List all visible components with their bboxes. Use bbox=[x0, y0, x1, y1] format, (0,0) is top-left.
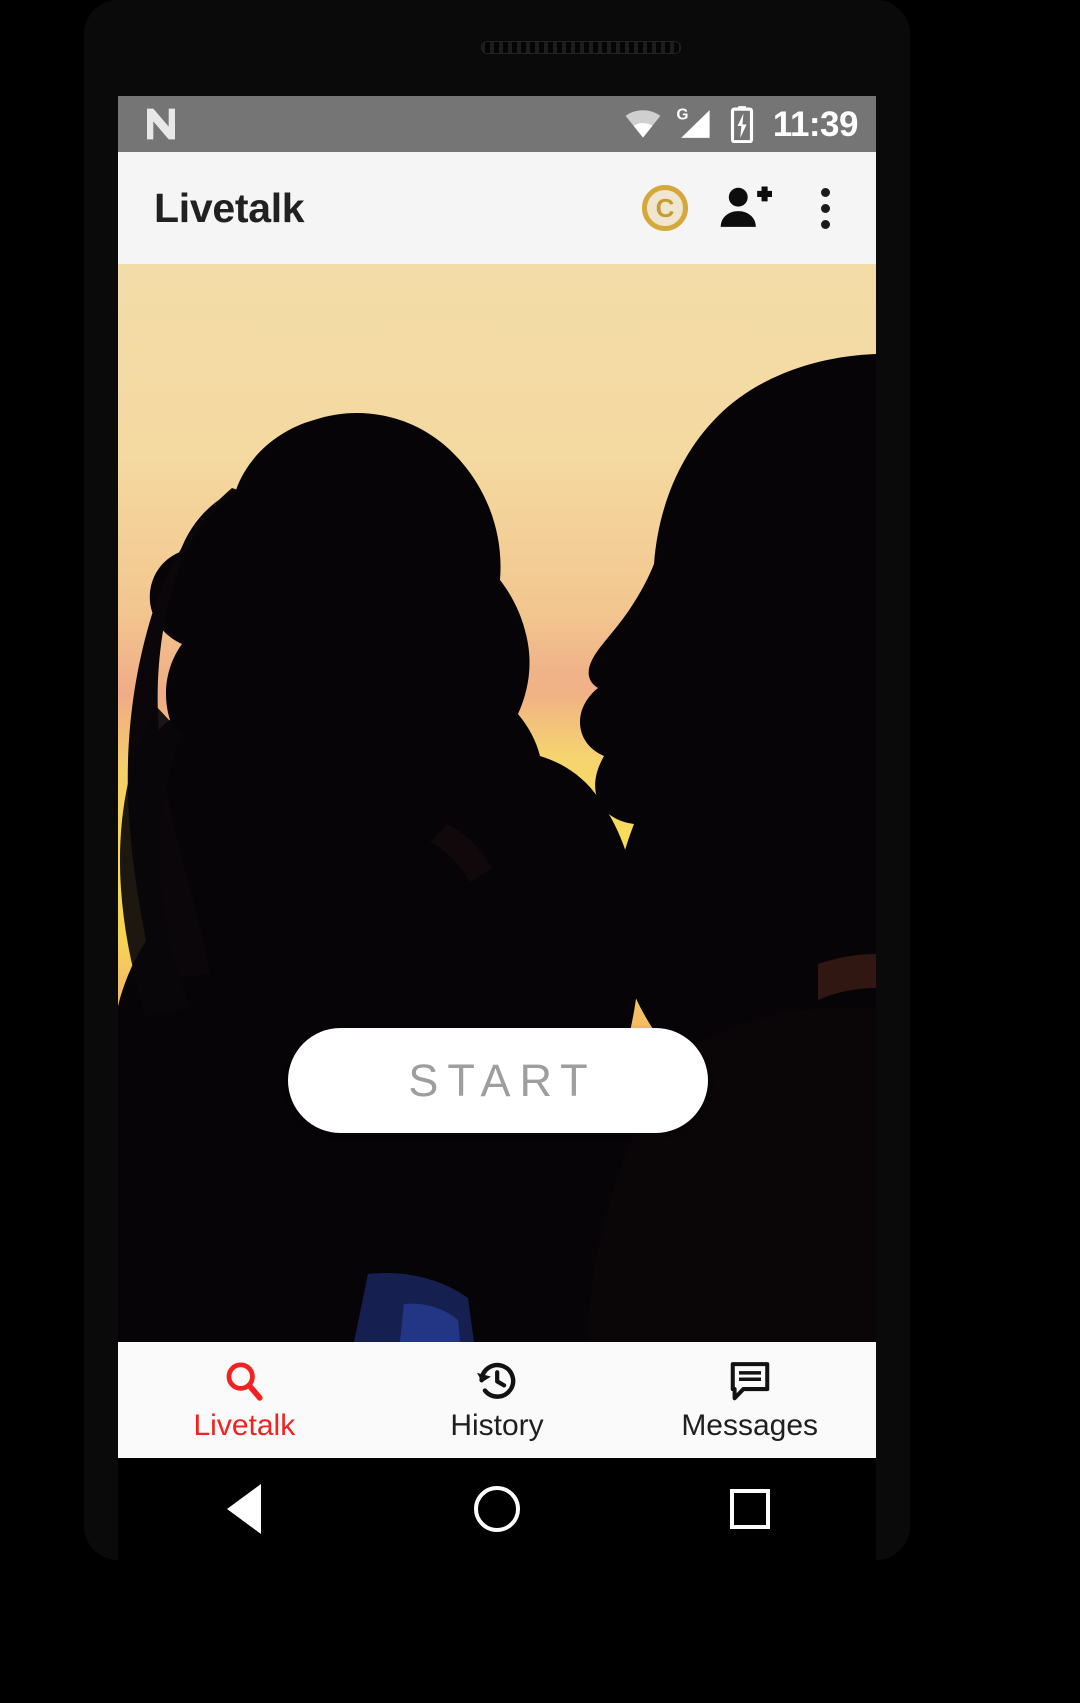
nav-livetalk-label: Livetalk bbox=[193, 1409, 296, 1442]
nav-messages-label: Messages bbox=[681, 1409, 819, 1442]
home-circle-icon bbox=[473, 1486, 520, 1532]
sunset-photo-graphic bbox=[118, 264, 876, 1342]
nav-messages[interactable]: Messages bbox=[623, 1359, 876, 1441]
coin-icon-label: C bbox=[655, 193, 675, 223]
status-bar-clock: 11:39 bbox=[772, 104, 859, 144]
speaker-grille bbox=[481, 41, 681, 54]
overflow-menu-button[interactable] bbox=[794, 177, 856, 239]
status-bar-left bbox=[140, 103, 625, 145]
status-bar-right: G 11:39 bbox=[625, 104, 859, 144]
search-icon bbox=[222, 1359, 266, 1403]
start-button[interactable]: START bbox=[288, 1028, 708, 1133]
person-add-icon bbox=[720, 186, 772, 227]
cellular-signal-icon: G bbox=[676, 106, 710, 138]
more-vert-icon bbox=[820, 187, 830, 229]
coin-icon: C bbox=[642, 185, 688, 231]
nav-history-label: History bbox=[450, 1409, 544, 1442]
android-system-navigation-bar bbox=[118, 1458, 876, 1560]
page-title: Livetalk bbox=[154, 184, 305, 231]
nav-livetalk[interactable]: Livetalk bbox=[118, 1359, 371, 1441]
add-friend-button[interactable] bbox=[714, 177, 776, 239]
android-nougat-n-logo-icon bbox=[147, 108, 175, 140]
app-bar-actions: C bbox=[634, 177, 856, 239]
app-bar: Livetalk C bbox=[118, 152, 876, 264]
wifi-icon bbox=[625, 110, 661, 138]
nav-history[interactable]: History bbox=[371, 1359, 624, 1441]
history-icon bbox=[475, 1359, 519, 1403]
system-recents-button[interactable] bbox=[705, 1474, 795, 1544]
start-button-label: START bbox=[408, 1054, 597, 1106]
phone-screen: G 11:39 Livetalk C START Livetalk Histor… bbox=[118, 96, 876, 1458]
svg-text:G: G bbox=[676, 106, 688, 123]
recents-square-icon bbox=[729, 1489, 770, 1529]
system-back-button[interactable] bbox=[199, 1474, 289, 1544]
chat-message-icon bbox=[728, 1359, 772, 1403]
bottom-navigation-bar: Livetalk History Messages bbox=[118, 1342, 876, 1458]
battery-charging-icon bbox=[730, 106, 753, 143]
status-bar: G 11:39 bbox=[118, 96, 876, 152]
system-home-button[interactable] bbox=[452, 1474, 542, 1544]
coins-button[interactable]: C bbox=[634, 177, 696, 239]
couple-silhouette-sunset-photo: START bbox=[118, 264, 876, 1342]
back-triangle-icon bbox=[227, 1484, 262, 1534]
